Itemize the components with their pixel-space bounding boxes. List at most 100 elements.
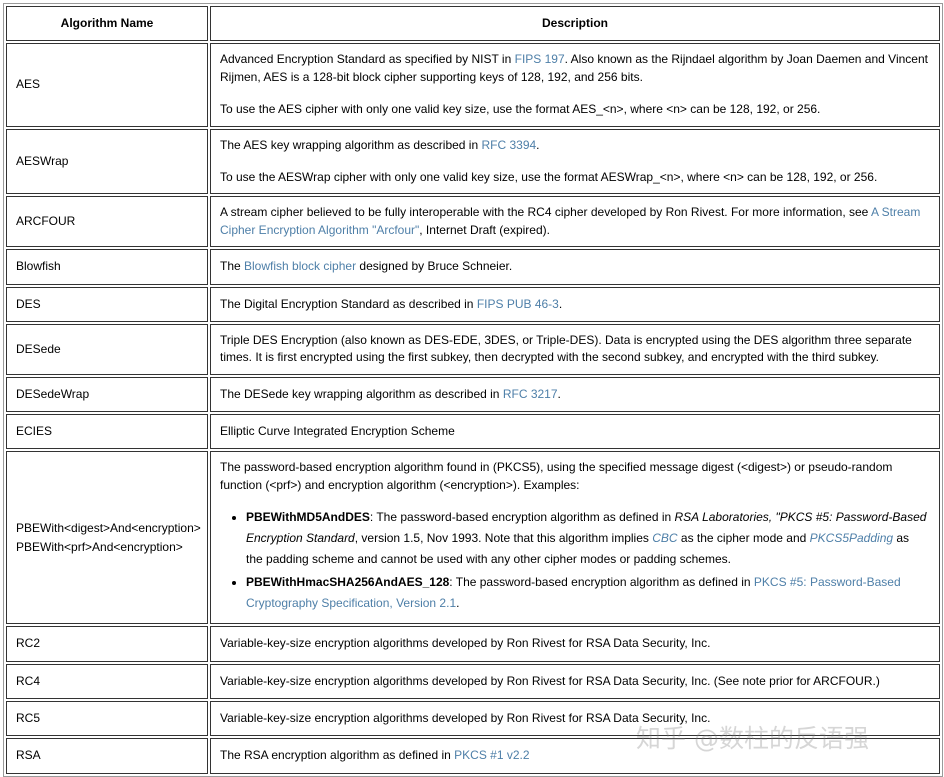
description-text: .: [558, 296, 563, 311]
algorithm-description-cell: Variable-key-size encryption algorithms …: [210, 663, 940, 700]
table-row: RC4 Variable-key-size encryption algorith…: [6, 663, 940, 700]
description-text: .: [536, 137, 540, 152]
description-text: To use the AESWrap cipher with only one …: [220, 169, 878, 184]
algorithm-name-cell: RC4: [6, 663, 208, 700]
algorithm-description-cell: Triple DES Encryption (also known as DES…: [210, 323, 940, 375]
column-header-description: Description: [210, 6, 940, 42]
algorithm-name-cell: Blowfish: [6, 249, 208, 285]
description-text: A stream cipher believed to be fully int…: [220, 205, 871, 220]
cipher-algorithms-table: Algorithm Name Description AES Advanced E…: [3, 3, 943, 777]
table-row: ARCFOUR A stream cipher believed to be fu…: [6, 196, 940, 248]
algorithm-name-cell: AESWrap: [6, 128, 208, 195]
algorithm-name-multiline: PBEWith<digest>And<encryption> PBEWith<pr…: [16, 519, 201, 556]
description-bullet-item: PBEWithMD5AndDES: The password-based enc…: [246, 507, 929, 570]
description-text: , version 1.5, Nov 1993. Note that this …: [354, 531, 653, 546]
algorithm-description-cell: The password-based encryption algorithm …: [210, 451, 940, 625]
description-paragraph: Variable-key-size encryption algorithms …: [220, 710, 929, 727]
algorithm-name-cell: RC5: [6, 701, 208, 737]
description-link[interactable]: FIPS 197: [515, 52, 565, 66]
description-emphasis: PBEWithMD5AndDES: [246, 510, 370, 525]
description-text: , Internet Draft (expired).: [419, 222, 550, 237]
description-paragraph: The RSA encryption algorithm as defined …: [220, 747, 929, 764]
description-paragraph: The AES key wrapping algorithm as descri…: [220, 137, 929, 154]
description-text: The password-based encryption algorithm …: [220, 460, 893, 492]
table-row: DES The Digital Encryption Standard as de…: [6, 286, 940, 322]
table-header: Algorithm Name Description: [6, 6, 940, 42]
description-text: Variable-key-size encryption algorithms …: [220, 673, 880, 688]
description-paragraph: The Digital Encryption Standard as descr…: [220, 296, 929, 313]
description-text: The DESede key wrapping algorithm as des…: [220, 386, 503, 401]
description-text: Elliptic Curve Integrated Encryption Sch…: [220, 424, 455, 439]
description-link[interactable]: CBC: [652, 531, 677, 545]
description-text: The RSA encryption algorithm as defined …: [220, 748, 455, 763]
description-paragraph: Advanced Encryption Standard as specifie…: [220, 51, 929, 86]
description-text: The Digital Encryption Standard as descr…: [220, 296, 477, 311]
table-header-row: Algorithm Name Description: [6, 6, 940, 42]
algorithm-name-cell: DESedeWrap: [6, 376, 208, 413]
description-paragraph: Elliptic Curve Integrated Encryption Sch…: [220, 423, 929, 440]
description-bullet-list: PBEWithMD5AndDES: The password-based enc…: [220, 507, 929, 614]
algorithm-description-cell: Elliptic Curve Integrated Encryption Sch…: [210, 414, 940, 450]
table-row: DESede Triple DES Encryption (also known …: [6, 323, 940, 375]
table-row: RC5 Variable-key-size encryption algorith…: [6, 701, 940, 737]
description-paragraph: To use the AES cipher with only one vali…: [220, 101, 929, 118]
algorithm-description-cell: Variable-key-size encryption algorithms …: [210, 626, 940, 662]
description-paragraph: Triple DES Encryption (also known as DES…: [220, 332, 929, 367]
description-text: : The password-based encryption algorith…: [449, 575, 754, 590]
algorithm-name-cell: DESede: [6, 323, 208, 375]
algorithm-name-cell: AES: [6, 43, 208, 127]
table-row: DESedeWrap The DESede key wrapping algori…: [6, 376, 940, 413]
description-text: Triple DES Encryption (also known as DES…: [220, 332, 912, 365]
description-text: The: [220, 259, 245, 274]
description-text: .: [456, 596, 460, 611]
algorithm-description-cell: The Blowfish block cipher designed by Br…: [210, 249, 940, 285]
table-body: AES Advanced Encryption Standard as speci…: [6, 43, 940, 774]
algorithm-name-cell: RC2: [6, 626, 208, 662]
description-link[interactable]: Blowfish block cipher: [244, 259, 356, 273]
table-row: PBEWith<digest>And<encryption> PBEWith<pr…: [6, 451, 940, 625]
algorithm-name-cell: PBEWith<digest>And<encryption> PBEWith<pr…: [6, 451, 208, 625]
column-header-algorithm-name: Algorithm Name: [6, 6, 208, 42]
algorithm-description-cell: The AES key wrapping algorithm as descri…: [210, 128, 940, 195]
table-row: AESWrap The AES key wrapping algorithm as…: [6, 128, 940, 195]
description-link[interactable]: RFC 3217: [503, 387, 558, 401]
algorithm-description-cell: The RSA encryption algorithm as defined …: [210, 738, 940, 774]
page-root: Algorithm Name Description AES Advanced E…: [0, 0, 944, 777]
description-text: : The password-based encryption algorith…: [369, 510, 675, 525]
algorithm-name-line: PBEWith<digest>And<encryption>: [16, 521, 201, 536]
description-emphasis: PBEWithHmacSHA256AndAES_128: [246, 575, 450, 590]
description-text: Variable-key-size encryption algorithms …: [220, 711, 711, 726]
algorithm-description-cell: The Digital Encryption Standard as descr…: [210, 286, 940, 322]
algorithm-description-cell: Variable-key-size encryption algorithms …: [210, 701, 940, 737]
description-paragraph: The DESede key wrapping algorithm as des…: [220, 386, 929, 403]
description-paragraph: Variable-key-size encryption algorithms …: [220, 635, 929, 652]
algorithm-description-cell: A stream cipher believed to be fully int…: [210, 196, 940, 248]
description-paragraph: The password-based encryption algorithm …: [220, 459, 929, 494]
description-text: The AES key wrapping algorithm as descri…: [220, 137, 482, 152]
description-link[interactable]: FIPS PUB 46-3: [477, 297, 559, 311]
description-text: Advanced Encryption Standard as specifie…: [220, 52, 515, 67]
table-row: RC2 Variable-key-size encryption algorith…: [6, 626, 940, 662]
description-bullet-item: PBEWithHmacSHA256AndAES_128: The passwor…: [246, 572, 929, 614]
description-link[interactable]: PKCS5Padding: [810, 531, 893, 545]
table-row: RSA The RSA encryption algorithm as defin…: [6, 738, 940, 774]
description-paragraph: The Blowfish block cipher designed by Br…: [220, 258, 929, 275]
algorithm-name-cell: DES: [6, 286, 208, 322]
table-row: Blowfish The Blowfish block cipher design…: [6, 249, 940, 285]
description-text: designed by Bruce Schneier.: [356, 259, 513, 274]
table-row: ECIES Elliptic Curve Integrated Encryptio…: [6, 414, 940, 450]
algorithm-description-cell: The DESede key wrapping algorithm as des…: [210, 376, 940, 413]
algorithm-name-line: PBEWith<prf>And<encryption>: [16, 539, 183, 554]
description-paragraph: Variable-key-size encryption algorithms …: [220, 673, 929, 690]
description-link[interactable]: RFC 3394: [481, 138, 536, 152]
description-text: Variable-key-size encryption algorithms …: [220, 636, 711, 651]
description-text: as the cipher mode and: [677, 531, 810, 546]
description-paragraph: To use the AESWrap cipher with only one …: [220, 169, 929, 186]
description-link[interactable]: PKCS #1 v2.2: [454, 748, 529, 762]
table-row: AES Advanced Encryption Standard as speci…: [6, 43, 940, 127]
algorithm-description-cell: Advanced Encryption Standard as specifie…: [210, 43, 940, 127]
description-text: .: [557, 386, 561, 401]
algorithm-name-cell: ARCFOUR: [6, 196, 208, 248]
description-text: To use the AES cipher with only one vali…: [220, 102, 821, 117]
description-paragraph: A stream cipher believed to be fully int…: [220, 204, 929, 239]
